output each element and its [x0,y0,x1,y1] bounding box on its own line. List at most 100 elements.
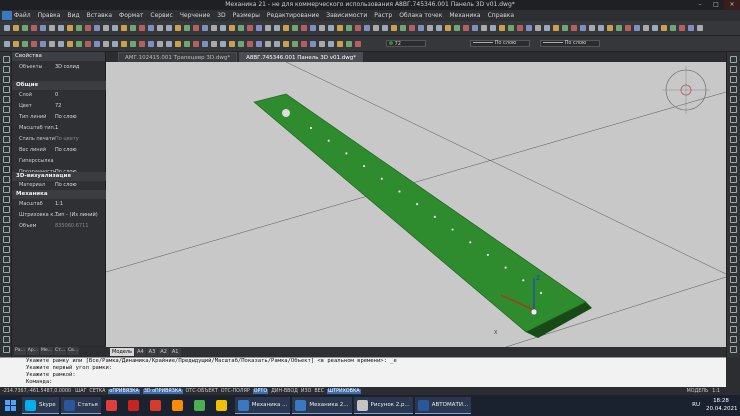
menu-view[interactable]: Вид [67,12,79,19]
toolbar-tool-icon[interactable] [265,41,271,47]
property-row[interactable]: Слой 0 [12,91,106,100]
palette-tool-icon[interactable] [3,156,10,163]
toolbar-tool-icon[interactable] [238,41,244,47]
section-mechanics[interactable]: Механика [12,190,106,199]
toolbar-tool-icon[interactable] [130,25,136,31]
toolbar-tool-icon[interactable] [229,25,235,31]
toolbar-tool-icon[interactable] [616,25,622,31]
tab-a2[interactable]: A2 [158,348,169,356]
property-row[interactable]: Материал По слою [12,181,106,190]
menu-file[interactable]: Файл [14,12,31,19]
status-toggle[interactable]: ОТС-ОБЪЕКТ [186,389,218,394]
toolbar-tool-icon[interactable] [256,41,262,47]
toolbar-tool-icon[interactable] [526,25,532,31]
viewport-canvas[interactable]: Z X [106,62,726,347]
menu-point-clouds[interactable]: Облака точек [399,12,442,19]
toolbar-tool-icon[interactable] [4,25,10,31]
toolbar-tool-icon[interactable] [679,25,685,31]
toolbar-tool-icon[interactable] [346,41,352,47]
status-toggle[interactable]: ШАГ [75,389,86,394]
palette-tool-icon[interactable] [3,316,10,323]
palette-tool-icon[interactable] [3,306,10,313]
doc-tab-2[interactable]: А8ВГ.745346.001 Панель 3D v01.dwg* [239,52,363,62]
toolbar-tool-icon[interactable] [310,41,316,47]
palette-tool-icon[interactable] [730,306,737,313]
toolbar-tool-icon[interactable] [517,25,523,31]
palette-tool-icon[interactable] [730,86,737,93]
menu-edit[interactable]: Правка [38,12,61,19]
toolbar-tool-icon[interactable] [238,25,244,31]
menu-insert[interactable]: Вставка [87,12,112,19]
toolbar-tool-icon[interactable] [337,41,343,47]
toolbar-tool-icon[interactable] [598,25,604,31]
model-space-label[interactable]: МОДЕЛЬ [687,389,709,394]
toolbar-tool-icon[interactable] [634,25,640,31]
palette-tool-icon[interactable] [3,116,10,123]
palette-tool-icon[interactable] [3,106,10,113]
palette-tool-icon[interactable] [730,206,737,213]
taskbar-app[interactable]: Механика 2... [292,397,352,414]
menu-help[interactable]: Справка [488,12,514,19]
palette-tool-icon[interactable] [730,176,737,183]
toolbar-tool-icon[interactable] [157,41,163,47]
status-toggle[interactable]: ВЕС [314,389,324,394]
palette-tool-icon[interactable] [730,216,737,223]
palette-tool-icon[interactable] [3,146,10,153]
palette-tool-icon[interactable] [3,76,10,83]
palette-tool-icon[interactable] [730,126,737,133]
toolbar-tool-icon[interactable] [193,25,199,31]
menu-service[interactable]: Сервис [150,12,172,19]
menu-mechanics[interactable]: Механика [449,12,480,19]
toolbar-tool-icon[interactable] [283,41,289,47]
toolbar-tool-icon[interactable] [67,25,73,31]
toolbar-tool-icon[interactable] [625,25,631,31]
palette-tool-icon[interactable] [3,276,10,283]
toolbar-tool-icon[interactable] [670,25,676,31]
palette-tool-icon[interactable] [730,76,737,83]
toolbar-tool-icon[interactable] [373,25,379,31]
palette-tool-icon[interactable] [730,156,737,163]
palette-tool-icon[interactable] [3,186,10,193]
palette-tool-icon[interactable] [730,256,737,263]
toolbar-tool-icon[interactable] [499,25,505,31]
palette-tool-icon[interactable] [730,266,737,273]
panel-part-top[interactable] [253,93,587,333]
palette-tool-icon[interactable] [3,86,10,93]
palette-tool-icon[interactable] [3,256,10,263]
palette-tool-icon[interactable] [3,196,10,203]
toolbar-tool-icon[interactable] [553,25,559,31]
toolbar-tool-icon[interactable] [292,41,298,47]
panel-tab-4[interactable]: Ст... [53,347,67,355]
panel-tab-1[interactable]: Ра... [14,347,26,355]
taskbar-app[interactable] [125,397,145,414]
toolbar-tool-icon[interactable] [193,41,199,47]
property-row[interactable]: Вес линий По слою [12,146,106,155]
toolbar-tool-icon[interactable] [400,25,406,31]
toolbar-tool-icon[interactable] [337,25,343,31]
status-toggle[interactable]: ШТРИХОВКА [327,388,361,394]
toolbar-tool-icon[interactable] [247,25,253,31]
toolbar-tool-icon[interactable] [94,41,100,47]
section-3d-viz[interactable]: 3D-визуализация [12,172,106,181]
palette-tool-icon[interactable] [3,346,10,353]
close-button[interactable]: × [724,0,740,10]
palette-tool-icon[interactable] [730,186,737,193]
toolbar-tool-icon[interactable] [688,25,694,31]
palette-tool-icon[interactable] [3,246,10,253]
menu-dimensions[interactable]: Размеры [233,12,260,19]
palette-tool-icon[interactable] [3,66,10,73]
toolbar-tool-icon[interactable] [139,25,145,31]
toolbar-tool-icon[interactable] [418,25,424,31]
palette-tool-icon[interactable] [3,226,10,233]
palette-tool-icon[interactable] [730,276,737,283]
palette-tool-icon[interactable] [3,286,10,293]
palette-tool-icon[interactable] [730,196,737,203]
toolbar-tool-icon[interactable] [112,41,118,47]
status-toggle[interactable]: оПРИВЯЗКА [108,388,140,394]
toolbar-tool-icon[interactable] [148,41,154,47]
toolbar-tool-icon[interactable] [13,25,19,31]
toolbar-tool-icon[interactable] [22,25,28,31]
minimize-button[interactable]: – [692,0,708,10]
toolbar-tool-icon[interactable] [202,25,208,31]
palette-tool-icon[interactable] [730,336,737,343]
